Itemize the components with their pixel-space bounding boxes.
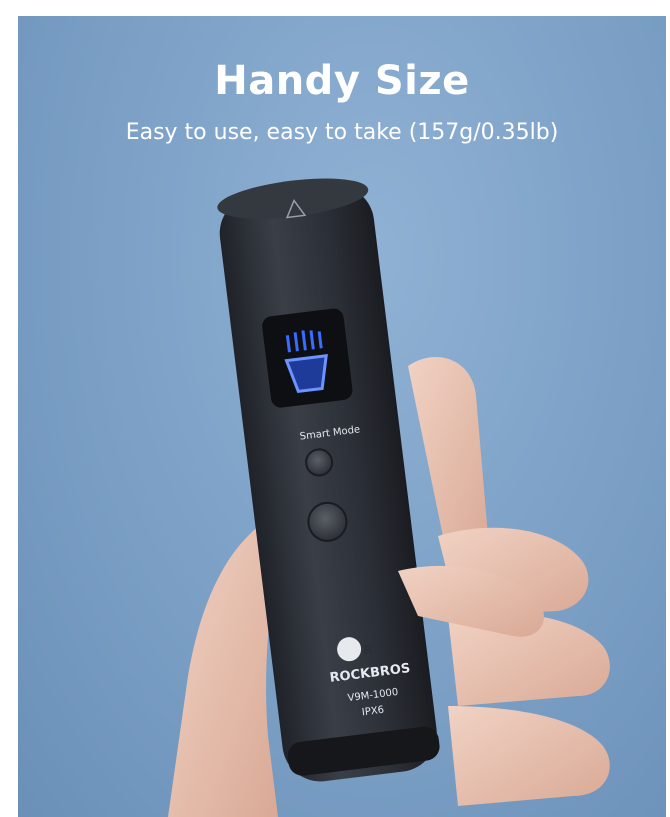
- product-photo: Handy Size Easy to use, easy to take (15…: [18, 16, 666, 817]
- brand-mark: R: [362, 642, 374, 658]
- finger: [448, 706, 610, 806]
- image-frame: Handy Size Easy to use, easy to take (15…: [0, 0, 670, 817]
